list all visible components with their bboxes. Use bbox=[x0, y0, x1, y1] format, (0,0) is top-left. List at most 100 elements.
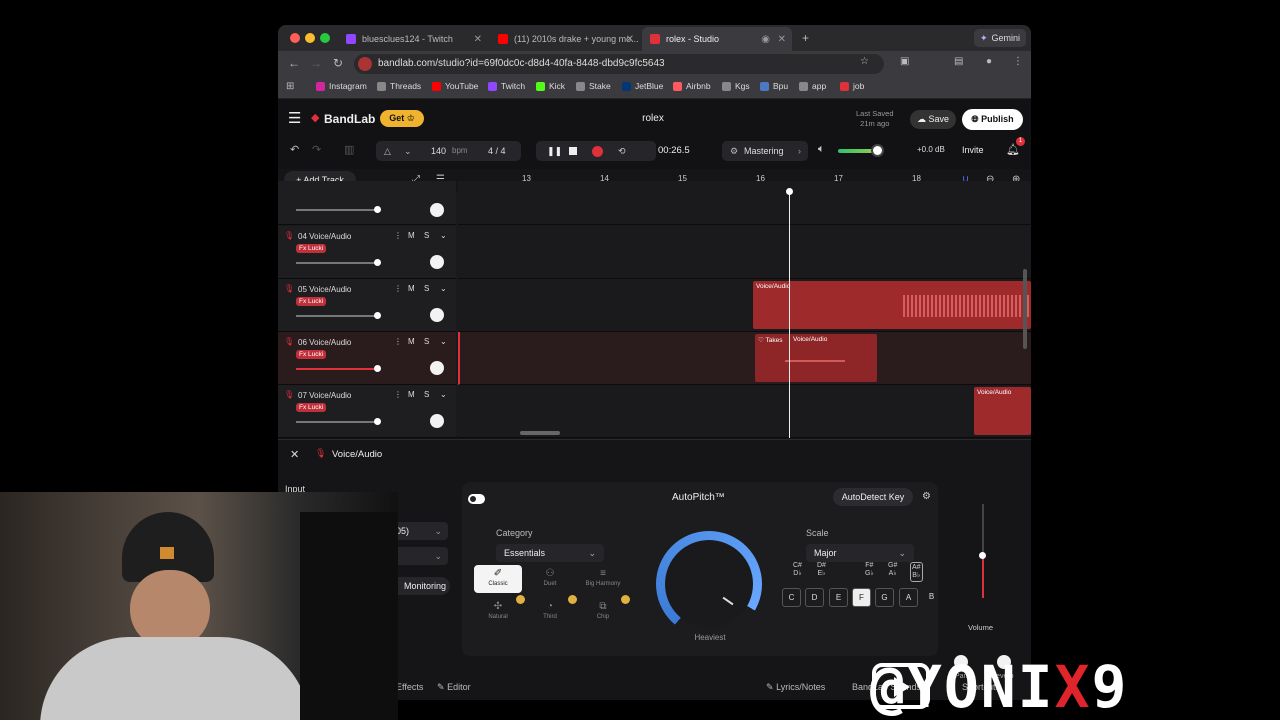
audio-icon[interactable]: ◉ bbox=[761, 34, 770, 45]
close-panel-icon[interactable]: ✕ bbox=[290, 448, 299, 461]
bookmark-instagram[interactable]: Instagram bbox=[316, 81, 367, 91]
track-name[interactable]: 04 Voice/Audio bbox=[298, 232, 351, 241]
project-title[interactable]: rolex bbox=[618, 113, 688, 124]
preset-classic[interactable]: ✐ Classic bbox=[474, 565, 522, 593]
solo-button[interactable]: S bbox=[424, 284, 429, 293]
preset-third[interactable]: ◔ Third bbox=[526, 598, 574, 626]
bookmark-kgs[interactable]: Kgs bbox=[722, 81, 750, 91]
audio-clip[interactable]: Voice/Audio bbox=[753, 281, 1031, 329]
preset-chip[interactable]: ⧉ Chip bbox=[579, 598, 627, 626]
track-header-06[interactable]: 🎙︎ 06 Voice/Audio Fx Lucki ⋮ M S ⌄ bbox=[278, 332, 456, 385]
fx-badge[interactable]: Fx Lucki bbox=[296, 403, 327, 412]
speaker-icon[interactable]: 🔈︎ bbox=[818, 143, 825, 156]
back-icon[interactable]: ← bbox=[288, 56, 300, 70]
fx-badge[interactable]: Fx Lucki bbox=[296, 297, 327, 306]
audio-clip[interactable]: Voice/Audio bbox=[974, 387, 1031, 435]
publish-button[interactable]: 🌐︎ Publish bbox=[962, 109, 1023, 130]
pan-knob[interactable] bbox=[430, 361, 444, 375]
browser-tab-youtube[interactable]: (11) 2010s drake + young mo... ✕ bbox=[490, 27, 640, 51]
bookmark-bpu[interactable]: Bpu bbox=[760, 81, 788, 91]
key-g[interactable]: G bbox=[875, 588, 894, 607]
track-name[interactable]: 07 Voice/Audio bbox=[298, 391, 351, 400]
loop-icon[interactable]: ⟲ bbox=[618, 141, 626, 161]
key-c-sharp[interactable]: C# D♭ bbox=[793, 562, 802, 578]
preset-big-harmony[interactable]: ≡ Big Harmony bbox=[579, 565, 627, 593]
audio-clip[interactable]: ♡ Takes Voice/Audio bbox=[755, 334, 877, 382]
pitch-amount-knob[interactable] bbox=[665, 540, 753, 628]
bookmark-jetblue[interactable]: JetBlue bbox=[622, 81, 663, 91]
slider-thumb[interactable] bbox=[374, 206, 381, 213]
chevron-down-icon[interactable]: ⌄ bbox=[440, 284, 447, 293]
apps-grid-icon[interactable]: ⊞ bbox=[286, 81, 294, 92]
app-logo[interactable]: BandLab bbox=[324, 112, 375, 126]
mute-button[interactable]: M bbox=[408, 337, 415, 346]
master-volume-thumb[interactable] bbox=[871, 144, 884, 157]
bookmark-star-icon[interactable]: ☆ bbox=[860, 56, 869, 67]
preset-natural[interactable]: ✣ Natural bbox=[474, 598, 522, 626]
track-volume-slider[interactable] bbox=[296, 259, 381, 266]
preset-duet[interactable]: ⚇ Duet bbox=[526, 565, 574, 593]
minimize-window-button[interactable] bbox=[305, 33, 315, 43]
invite-button[interactable]: Invite bbox=[962, 145, 984, 155]
fx-badge[interactable]: Fx Lucki bbox=[296, 244, 327, 253]
autopitch-toggle[interactable] bbox=[468, 494, 485, 504]
effects-tab[interactable]: Effects bbox=[396, 682, 423, 692]
keyboard-icon[interactable]: ▥ bbox=[344, 143, 354, 156]
undo-icon[interactable]: ↶ bbox=[290, 143, 299, 156]
reload-icon[interactable]: ↻ bbox=[333, 56, 343, 70]
track-volume-thumb[interactable] bbox=[979, 552, 986, 559]
chevron-down-icon[interactable]: ⌄ bbox=[440, 390, 447, 399]
mute-button[interactable]: M bbox=[408, 284, 415, 293]
time-signature[interactable]: 4 / 4 bbox=[488, 141, 506, 161]
bookmark-stake[interactable]: Stake bbox=[576, 81, 611, 91]
scale-select[interactable]: Major ⌄ bbox=[806, 544, 914, 562]
bookmark-app[interactable]: app bbox=[799, 81, 826, 91]
profile-icon[interactable]: ● bbox=[986, 56, 992, 67]
chevron-down-icon[interactable]: ⌄ bbox=[440, 337, 447, 346]
stop-icon[interactable] bbox=[569, 147, 577, 155]
autopitch-settings-icon[interactable]: ⚙ bbox=[922, 491, 931, 502]
track-lane-04[interactable] bbox=[458, 226, 1031, 279]
mastering-button[interactable]: ⚙ Mastering › bbox=[722, 141, 808, 161]
solo-button[interactable]: S bbox=[424, 231, 429, 240]
metronome-icon[interactable]: △ bbox=[384, 141, 391, 161]
get-membership-button[interactable]: Get ♔ bbox=[380, 110, 424, 127]
record-icon[interactable] bbox=[592, 146, 603, 157]
category-select[interactable]: Essentials ⌄ bbox=[496, 544, 604, 562]
bookmark-job[interactable]: job bbox=[840, 81, 864, 91]
gemini-button[interactable]: ✦ Gemini bbox=[974, 29, 1026, 47]
browser-tab-twitch[interactable]: bluesclues124 - Twitch ✕ bbox=[338, 27, 488, 51]
takes-label[interactable]: ♡ Takes bbox=[758, 336, 783, 344]
pause-icon[interactable]: ❚❚ bbox=[547, 141, 562, 161]
track-lane-06[interactable]: ♡ Takes Voice/Audio bbox=[458, 332, 1031, 385]
mute-button[interactable]: M bbox=[408, 390, 415, 399]
sidebar-icon[interactable]: ▤ bbox=[954, 56, 963, 67]
track-header-05[interactable]: 🎙︎ 05 Voice/Audio Fx Lucki ⋮ M S ⌄ bbox=[278, 279, 456, 332]
track-header-03[interactable] bbox=[278, 181, 456, 225]
playhead-handle[interactable] bbox=[786, 188, 793, 195]
fx-badge[interactable]: Fx Lucki bbox=[296, 350, 327, 359]
bookmark-airbnb[interactable]: Airbnb bbox=[673, 81, 711, 91]
key-d-sharp[interactable]: D# E♭ bbox=[817, 562, 826, 578]
pan-knob[interactable] bbox=[430, 308, 444, 322]
bookmark-twitch[interactable]: Twitch bbox=[488, 81, 525, 91]
track-volume-slider[interactable] bbox=[296, 418, 381, 425]
track-volume-slider[interactable] bbox=[296, 365, 381, 372]
track-name[interactable]: 06 Voice/Audio bbox=[298, 338, 351, 347]
track-name[interactable]: 05 Voice/Audio bbox=[298, 285, 351, 294]
track-volume-slider[interactable] bbox=[296, 312, 381, 319]
key-f[interactable]: F bbox=[852, 588, 871, 607]
bpm-value[interactable]: 140 bbox=[431, 141, 446, 161]
maximize-window-button[interactable] bbox=[320, 33, 330, 43]
track-lane-03[interactable] bbox=[458, 181, 1031, 225]
close-tab-icon[interactable]: ✕ bbox=[626, 34, 634, 45]
autodetect-key-button[interactable]: AutoDetect Key bbox=[833, 488, 913, 506]
hamburger-menu-icon[interactable]: ☰ bbox=[288, 109, 301, 127]
new-tab-icon[interactable]: + bbox=[802, 31, 809, 45]
solo-button[interactable]: S bbox=[424, 390, 429, 399]
save-button[interactable]: ☁ Save bbox=[910, 110, 956, 129]
track-menu-icon[interactable]: ⋮ bbox=[394, 337, 402, 346]
pan-knob[interactable] bbox=[430, 255, 444, 269]
playhead[interactable] bbox=[789, 191, 790, 438]
key-e[interactable]: E bbox=[829, 588, 848, 607]
